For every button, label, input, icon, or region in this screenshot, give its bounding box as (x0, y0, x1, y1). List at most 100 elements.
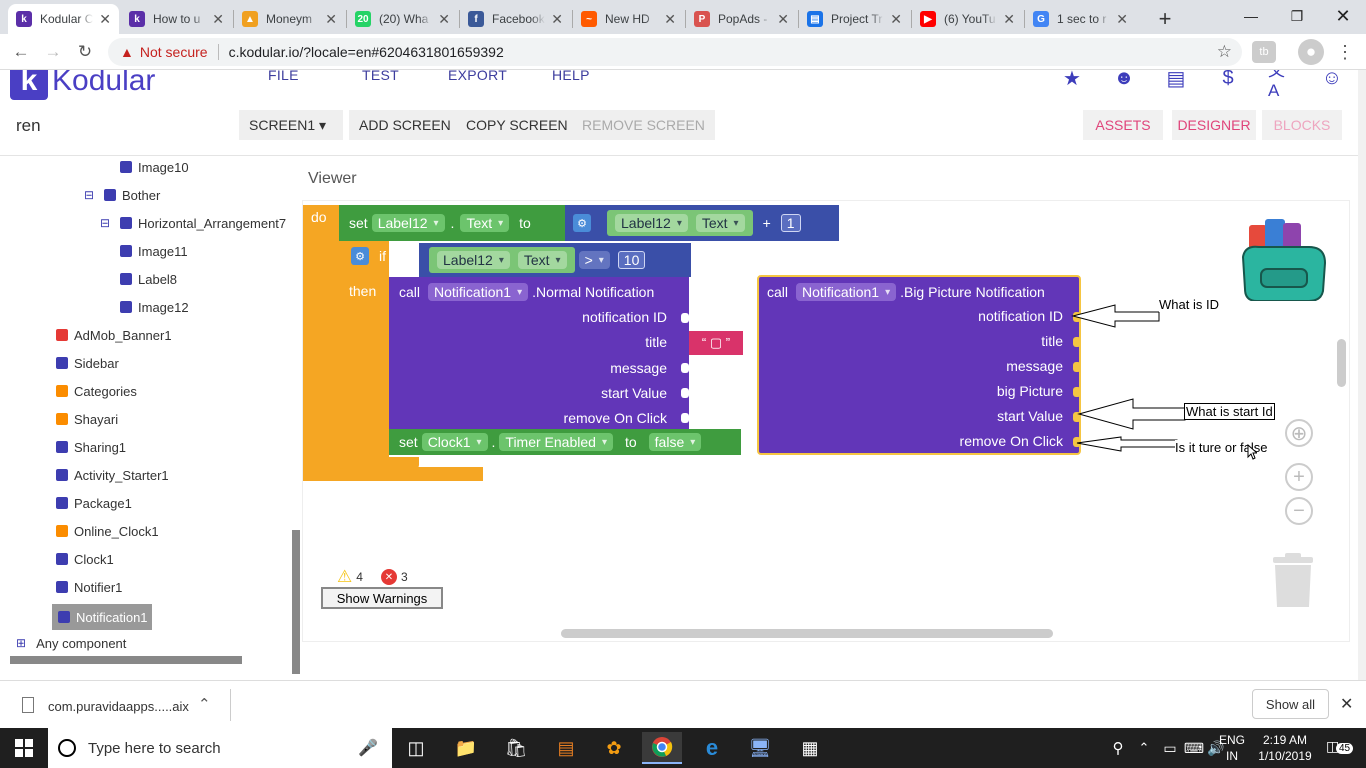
copy-screen-button[interactable]: COPY SCREEN (456, 110, 578, 140)
tree-item[interactable]: Clock1 (56, 548, 114, 570)
workspace-horizontal-scrollbar[interactable] (561, 629, 1053, 638)
tab-close-icon[interactable]: ✕ (212, 11, 224, 28)
tab-close-icon[interactable]: ✕ (1003, 11, 1015, 28)
tree-item[interactable]: ⊟ Horizontal_Arrangement7 (100, 212, 286, 234)
assets-button[interactable]: ASSETS (1083, 110, 1163, 140)
translate-icon[interactable]: 文A (1268, 70, 1292, 100)
remote-desktop-icon[interactable]: 🖥 (740, 732, 780, 764)
tree-item[interactable]: Sidebar (56, 352, 119, 374)
remove-screen-button[interactable]: REMOVE SCREEN (572, 110, 715, 140)
tree-item[interactable]: Package1 (56, 492, 132, 514)
tree-horizontal-scrollbar[interactable] (10, 656, 242, 664)
zoom-in-icon[interactable]: + (1285, 463, 1313, 491)
tree-item[interactable]: Image11 (120, 240, 188, 262)
tree-item[interactable]: AdMob_Banner1 (56, 324, 172, 346)
browser-tab[interactable]: P PopAds - ✕ (686, 4, 797, 34)
edge-icon[interactable]: e (692, 732, 732, 764)
maximize-icon[interactable]: ❐ (1274, 0, 1320, 32)
clock[interactable]: 2:19 AM 1/10/2019 (1254, 732, 1316, 764)
tree-item[interactable]: ⊟ Bother (84, 184, 160, 206)
close-download-bar-icon[interactable]: ✕ (1340, 694, 1353, 714)
browser-tab[interactable]: ▶ (6) YouTu ✕ (912, 4, 1023, 34)
any-component-item[interactable]: ⊞ Any component (16, 632, 126, 654)
tab-close-icon[interactable]: ✕ (777, 11, 789, 28)
task-view-icon[interactable]: ◫ (396, 732, 436, 764)
backpack-icon[interactable] (1239, 217, 1329, 301)
tab-close-icon[interactable]: ✕ (325, 11, 337, 28)
tree-item[interactable]: Activity_Starter1 (56, 464, 169, 486)
collapse-toggle-icon[interactable]: ⊟ (84, 188, 94, 202)
tree-item[interactable]: Notifier1 (56, 576, 122, 598)
help-menu[interactable]: HELP (552, 70, 590, 83)
page-scrollbar[interactable] (1358, 70, 1366, 680)
recenter-icon[interactable]: ⊕ (1285, 419, 1313, 447)
tree-vertical-scrollbar[interactable] (292, 530, 300, 674)
microphone-icon[interactable]: 🎤 (358, 738, 378, 758)
calculator-icon[interactable]: ▦ (790, 732, 830, 764)
tree-item[interactable]: Notification1 (52, 604, 152, 630)
account-icon[interactable]: ☺ (1320, 70, 1344, 90)
tab-close-icon[interactable]: ✕ (551, 11, 563, 28)
workspace-vertical-scrollbar[interactable] (1337, 339, 1346, 387)
screen-select[interactable]: SCREEN1 ▾ (239, 110, 343, 140)
browser-tab[interactable]: k How to u ✕ (121, 4, 232, 34)
show-warnings-button[interactable]: Show Warnings (321, 587, 443, 609)
chrome-icon[interactable] (642, 732, 682, 764)
dollar-icon[interactable]: $ (1216, 70, 1240, 90)
tree-item[interactable]: Online_Clock1 (56, 520, 159, 542)
kodular-logo[interactable]: k Kodular (10, 70, 155, 100)
address-bar[interactable]: ▲ Not secure c.kodular.io/?locale=en#620… (108, 38, 1242, 66)
test-menu[interactable]: TEST (362, 70, 399, 83)
users-icon[interactable]: ☻ (1112, 70, 1136, 90)
browser-tab[interactable]: k Kodular C ✕ (8, 4, 119, 34)
file-explorer-icon[interactable]: 📁 (446, 732, 486, 764)
browser-tab[interactable]: ▲ Moneym ✕ (234, 4, 345, 34)
store-icon[interactable]: 🛍 (496, 732, 536, 764)
blocks-button[interactable]: BLOCKS (1262, 110, 1342, 140)
battery-icon[interactable]: ▭ (1158, 732, 1182, 764)
collapse-toggle-icon[interactable]: ⊟ (100, 216, 110, 230)
browser-tab[interactable]: G 1 sec to r ✕ (1025, 4, 1136, 34)
forward-icon[interactable]: → (40, 40, 66, 64)
tab-close-icon[interactable]: ✕ (890, 11, 902, 28)
back-icon[interactable]: ← (8, 40, 34, 64)
tree-item[interactable]: Shayari (56, 408, 118, 430)
browser-menu-icon[interactable]: ⋮ (1332, 40, 1358, 64)
language-indicator[interactable]: ENG IN (1218, 732, 1246, 764)
tree-item[interactable]: Image10 (120, 156, 189, 178)
notification-center-icon[interactable]: ◫ 45 (1322, 736, 1358, 760)
network-icon[interactable]: ⌨ (1182, 732, 1206, 764)
windows-start-icon[interactable] (4, 732, 44, 764)
minimize-icon[interactable]: — (1228, 0, 1274, 32)
tree-item[interactable]: Categories (56, 380, 137, 402)
add-screen-button[interactable]: ADD SCREEN (349, 110, 461, 140)
tab-close-icon[interactable]: ✕ (99, 11, 111, 28)
browser-tab[interactable]: 20 (20) Wha ✕ (347, 4, 458, 34)
tab-close-icon[interactable]: ✕ (1116, 11, 1128, 28)
tree-item[interactable]: Image12 (120, 296, 189, 318)
library-icon[interactable]: ▤ (1164, 70, 1188, 90)
browser-tab[interactable]: ~ New HD ✕ (573, 4, 684, 34)
download-filename[interactable]: com.puravidaapps.....aix (48, 699, 189, 714)
close-window-icon[interactable]: ✕ (1320, 0, 1366, 32)
tab-close-icon[interactable]: ✕ (438, 11, 450, 28)
extension-icon[interactable]: tb (1252, 41, 1276, 63)
taskbar-search[interactable]: Type here to search 🎤 (48, 728, 392, 768)
designer-button[interactable]: DESIGNER (1172, 110, 1256, 140)
tab-close-icon[interactable]: ✕ (664, 11, 676, 28)
download-chevron-up-icon[interactable]: ⌃ (198, 695, 211, 713)
file-menu[interactable]: FILE (268, 70, 299, 83)
star-icon[interactable]: ★ (1060, 70, 1084, 90)
browser-tab[interactable]: f Facebook ✕ (460, 4, 571, 34)
export-menu[interactable]: EXPORT (448, 70, 507, 83)
trash-icon[interactable] (1271, 553, 1315, 609)
reload-icon[interactable]: ↻ (72, 40, 98, 64)
url-text[interactable]: c.kodular.io/?locale=en#6204631801659392 (229, 44, 504, 60)
security-label[interactable]: Not secure (140, 44, 208, 60)
tree-item[interactable]: Label8 (120, 268, 177, 290)
winrar-icon[interactable]: ▤ (546, 732, 586, 764)
show-all-button[interactable]: Show all (1252, 689, 1329, 719)
expand-plus-icon[interactable]: ⊞ (16, 636, 26, 650)
tray-chevron-icon[interactable]: ⌃ (1134, 732, 1154, 764)
profile-avatar-icon[interactable]: ● (1298, 39, 1324, 65)
